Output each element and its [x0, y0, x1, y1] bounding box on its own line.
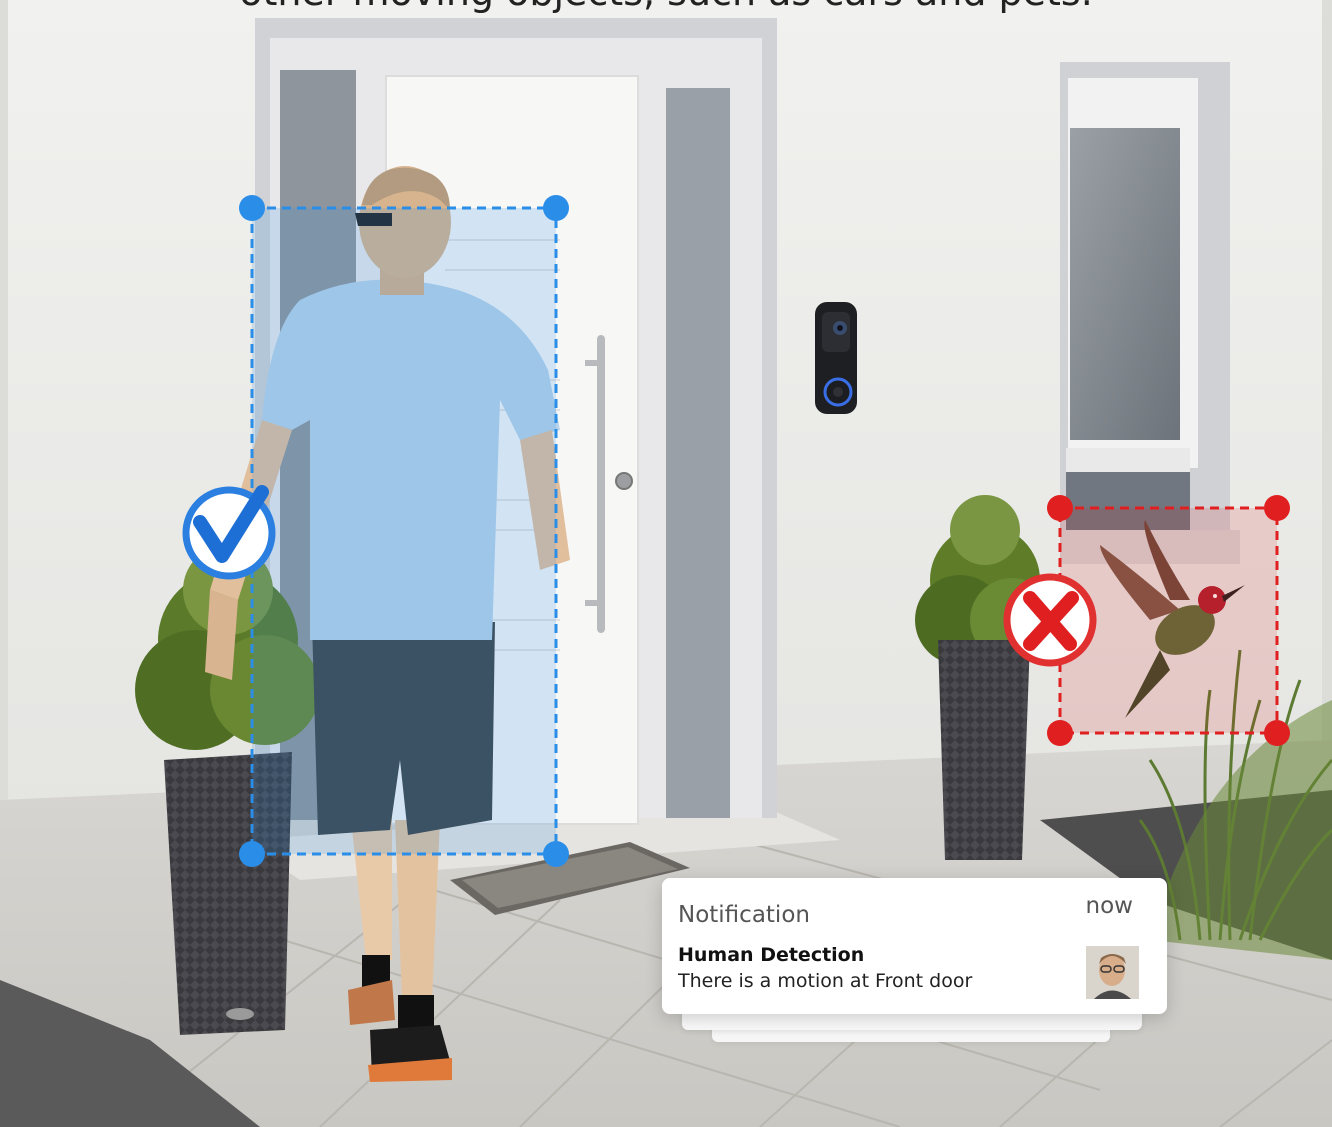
notification-app-label: Notification [678, 902, 810, 928]
notification-body: There is a motion at Front door [678, 970, 973, 992]
right-side-glass [666, 88, 730, 818]
headline-text: other moving objects, such as cars and p… [0, 0, 1332, 14]
doorbell-scene: other moving objects, such as cars and p… [0, 0, 1332, 1127]
notification-card[interactable]: Notification now Human Detection There i… [662, 878, 1167, 1014]
human-detection-box [239, 195, 569, 867]
checkmark-icon [182, 485, 276, 580]
window-glass [1070, 128, 1180, 440]
notification-time: now [1085, 893, 1133, 919]
door-handle [597, 335, 605, 633]
avatar [1086, 946, 1139, 999]
notification-title: Human Detection [678, 944, 865, 966]
cross-icon [1003, 573, 1097, 667]
video-doorbell [815, 302, 857, 414]
door-lock [615, 472, 633, 490]
